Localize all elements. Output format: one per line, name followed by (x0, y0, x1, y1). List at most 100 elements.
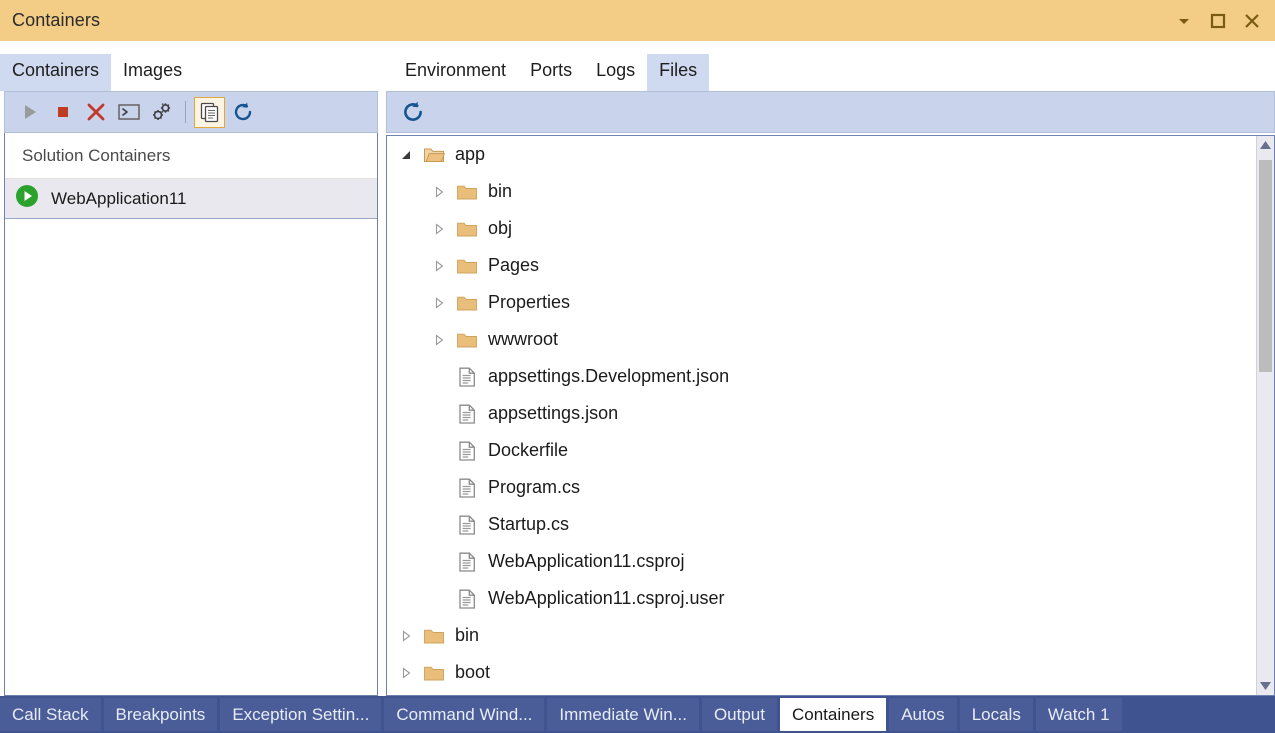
tab-files-label: Files (659, 60, 697, 80)
tree-indent-spacer (428, 358, 450, 395)
running-play-icon (15, 184, 39, 213)
tree-folder-node[interactable]: bin (387, 617, 1256, 654)
tree-file-node[interactable]: Dockerfile (387, 432, 1256, 469)
start-button[interactable] (14, 97, 45, 128)
folder-icon (456, 218, 478, 240)
tree-folder-node[interactable]: wwwroot (387, 321, 1256, 358)
expand-triangle-icon[interactable] (428, 321, 450, 358)
tree-folder-node[interactable]: boot (387, 654, 1256, 691)
bottom-tab-label: Immediate Win... (559, 705, 687, 725)
folder-icon (456, 292, 478, 314)
tree-indent-spacer (428, 580, 450, 617)
expand-triangle-icon[interactable] (395, 654, 417, 691)
file-icon (456, 551, 478, 573)
file-icon (456, 403, 478, 425)
tree-folder-node[interactable]: bin (387, 173, 1256, 210)
bottom-tab-autos[interactable]: Autos (889, 698, 956, 731)
tree-node-label: boot (455, 662, 490, 683)
tab-images[interactable]: Images (111, 54, 194, 91)
scrollbar-thumb[interactable] (1259, 160, 1272, 372)
toolbar-separator (185, 101, 186, 123)
containers-toolbar (4, 91, 378, 133)
bottom-tab-containers[interactable]: Containers (780, 698, 886, 731)
expand-triangle-icon[interactable] (428, 284, 450, 321)
expand-triangle-icon[interactable] (428, 210, 450, 247)
tree-node-label: wwwroot (488, 329, 558, 350)
expand-triangle-icon[interactable] (428, 173, 450, 210)
tree-indent-spacer (428, 543, 450, 580)
tab-containers-label: Containers (12, 60, 99, 80)
tree-folder-node[interactable]: obj (387, 210, 1256, 247)
bottom-tab-label: Exception Settin... (232, 705, 369, 725)
tree-file-node[interactable]: WebApplication11.csproj (387, 543, 1256, 580)
tree-folder-node[interactable]: Properties (387, 284, 1256, 321)
bottom-tab-label: Autos (901, 705, 944, 725)
tree-node-label: Program.cs (488, 477, 580, 498)
bottom-tab-watch-1[interactable]: Watch 1 (1036, 698, 1122, 731)
remove-button[interactable] (80, 97, 111, 128)
tree-node-label: Pages (488, 255, 539, 276)
expand-triangle-icon[interactable] (428, 247, 450, 284)
settings-button[interactable] (146, 97, 177, 128)
stop-button[interactable] (47, 97, 78, 128)
bottom-tab-locals[interactable]: Locals (960, 698, 1033, 731)
scroll-up-arrow-icon[interactable] (1257, 136, 1274, 154)
tree-file-node[interactable]: WebApplication11.csproj.user (387, 580, 1256, 617)
tab-environment[interactable]: Environment (393, 54, 518, 91)
container-name: WebApplication11 (51, 189, 186, 209)
tree-node-label: Startup.cs (488, 514, 569, 535)
file-tree: appbinobjPagesPropertieswwwrootappsettin… (387, 136, 1256, 695)
page-title: Containers (12, 10, 100, 31)
tab-images-label: Images (123, 60, 182, 80)
tree-folder-node[interactable]: app (387, 136, 1256, 173)
solution-containers-header: Solution Containers (5, 133, 377, 179)
bottom-tab-label: Locals (972, 705, 1021, 725)
bottom-tab-immediate-win[interactable]: Immediate Win... (547, 698, 699, 731)
scroll-down-arrow-icon[interactable] (1257, 677, 1274, 695)
container-list-item[interactable]: WebApplication11 (5, 179, 377, 219)
solution-containers-label: Solution Containers (22, 146, 170, 166)
debug-window-tab-bar: Call Stack Breakpoints Exception Settin...… (0, 696, 1275, 733)
tree-node-label: obj (488, 218, 512, 239)
tab-containers[interactable]: Containers (0, 54, 111, 91)
tree-node-label: app (455, 144, 485, 165)
tab-logs-label: Logs (596, 60, 635, 80)
open-terminal-button[interactable] (113, 97, 144, 128)
tree-file-node[interactable]: Startup.cs (387, 506, 1256, 543)
bottom-tab-breakpoints[interactable]: Breakpoints (104, 698, 218, 731)
window-title-bar: Containers (0, 0, 1275, 41)
tree-indent-spacer (428, 506, 450, 543)
tab-ports[interactable]: Ports (518, 54, 584, 91)
view-files-button[interactable] (194, 97, 225, 128)
details-tab-strip: Environment Ports Logs Files (384, 41, 1275, 91)
tab-logs[interactable]: Logs (584, 54, 647, 91)
tab-ports-label: Ports (530, 60, 572, 80)
bottom-tab-output[interactable]: Output (702, 698, 777, 731)
collapse-triangle-icon[interactable] (395, 136, 417, 173)
bottom-tab-label: Command Wind... (396, 705, 532, 725)
tree-file-node[interactable]: appsettings.Development.json (387, 358, 1256, 395)
refresh-files-button[interactable] (397, 97, 428, 128)
left-tab-strip: Containers Images (0, 41, 378, 91)
tree-node-label: bin (488, 181, 512, 202)
close-icon[interactable] (1235, 4, 1269, 38)
bottom-tab-label: Breakpoints (116, 705, 206, 725)
tree-node-label: WebApplication11.csproj (488, 551, 684, 572)
bottom-tab-exception-settin[interactable]: Exception Settin... (220, 698, 381, 731)
chevron-down-icon[interactable] (1167, 4, 1201, 38)
bottom-tab-command-wind[interactable]: Command Wind... (384, 698, 544, 731)
folder-icon (456, 181, 478, 203)
file-icon (456, 440, 478, 462)
tree-file-node[interactable]: appsettings.json (387, 395, 1256, 432)
bottom-tab-call-stack[interactable]: Call Stack (0, 698, 101, 731)
tree-indent-spacer (428, 395, 450, 432)
expand-triangle-icon[interactable] (395, 617, 417, 654)
refresh-button[interactable] (227, 97, 258, 128)
maximize-icon[interactable] (1201, 4, 1235, 38)
tab-files[interactable]: Files (647, 54, 709, 91)
tree-node-label: Properties (488, 292, 570, 313)
tree-folder-node[interactable]: Pages (387, 247, 1256, 284)
vertical-scrollbar[interactable] (1256, 136, 1274, 695)
tree-file-node[interactable]: Program.cs (387, 469, 1256, 506)
tree-node-label: WebApplication11.csproj.user (488, 588, 724, 609)
